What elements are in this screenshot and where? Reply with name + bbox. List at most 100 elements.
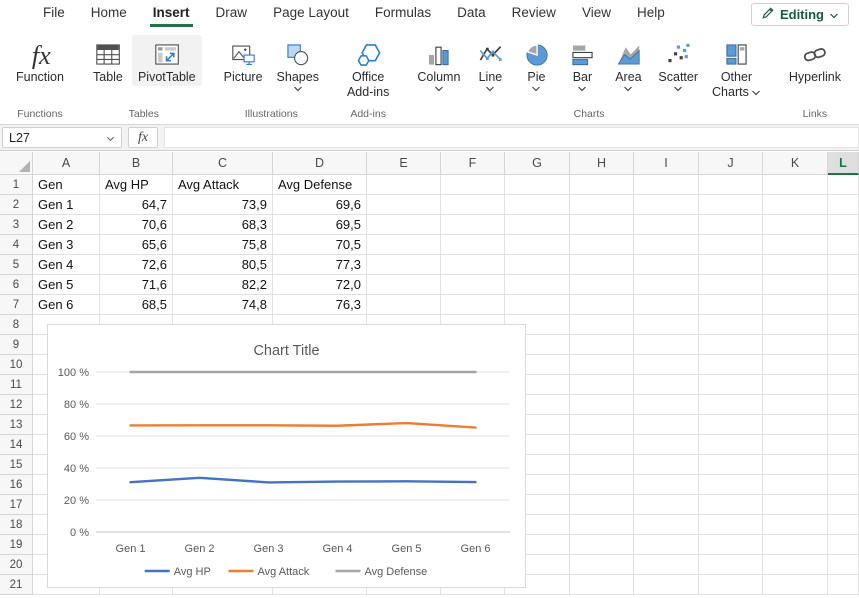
cell-I14[interactable] bbox=[634, 435, 699, 455]
cell-G1[interactable] bbox=[505, 175, 570, 195]
cell-L13[interactable] bbox=[828, 415, 859, 435]
cell-D7[interactable]: 76,3 bbox=[273, 295, 367, 315]
cell-K19[interactable] bbox=[763, 535, 828, 555]
cell-K17[interactable] bbox=[763, 495, 828, 515]
cell-H11[interactable] bbox=[570, 375, 634, 395]
cell-H12[interactable] bbox=[570, 395, 634, 415]
cell-I1[interactable] bbox=[634, 175, 699, 195]
cell-F1[interactable] bbox=[441, 175, 505, 195]
cell-D3[interactable]: 69,5 bbox=[273, 215, 367, 235]
ribbon-button-line[interactable]: Line bbox=[468, 35, 512, 97]
cell-D5[interactable]: 77,3 bbox=[273, 255, 367, 275]
cell-L14[interactable] bbox=[828, 435, 859, 455]
column-header-i[interactable]: I bbox=[634, 152, 699, 175]
cell-H21[interactable] bbox=[570, 575, 634, 595]
row-header-1[interactable]: 1 bbox=[0, 175, 33, 195]
cell-K10[interactable] bbox=[763, 355, 828, 375]
cell-I13[interactable] bbox=[634, 415, 699, 435]
cell-I20[interactable] bbox=[634, 555, 699, 575]
row-header-4[interactable]: 4 bbox=[0, 235, 33, 255]
cell-D2[interactable]: 69,6 bbox=[273, 195, 367, 215]
column-header-d[interactable]: D bbox=[273, 152, 367, 175]
cell-B2[interactable]: 64,7 bbox=[100, 195, 173, 215]
legend-label-avg-defense[interactable]: Avg Defense bbox=[365, 566, 428, 578]
cell-E5[interactable] bbox=[367, 255, 441, 275]
ribbon-button-shapes[interactable]: Shapes bbox=[271, 35, 325, 97]
row-header-3[interactable]: 3 bbox=[0, 215, 33, 235]
cell-A6[interactable]: Gen 5 bbox=[33, 275, 100, 295]
cell-I16[interactable] bbox=[634, 475, 699, 495]
cell-I12[interactable] bbox=[634, 395, 699, 415]
cell-E7[interactable] bbox=[367, 295, 441, 315]
cell-J15[interactable] bbox=[699, 455, 763, 475]
cell-L21[interactable] bbox=[828, 575, 859, 595]
cell-C2[interactable]: 73,9 bbox=[173, 195, 273, 215]
cell-F3[interactable] bbox=[441, 215, 505, 235]
menu-tab-formulas[interactable]: Formulas bbox=[362, 0, 444, 28]
cell-I2[interactable] bbox=[634, 195, 699, 215]
cell-I8[interactable] bbox=[634, 315, 699, 335]
cell-F6[interactable] bbox=[441, 275, 505, 295]
cell-H18[interactable] bbox=[570, 515, 634, 535]
cell-J11[interactable] bbox=[699, 375, 763, 395]
menu-tab-home[interactable]: Home bbox=[78, 0, 140, 28]
cell-H13[interactable] bbox=[570, 415, 634, 435]
column-header-e[interactable]: E bbox=[367, 152, 441, 175]
cell-I21[interactable] bbox=[634, 575, 699, 595]
cell-J3[interactable] bbox=[699, 215, 763, 235]
ribbon-button-pivottable[interactable]: PivotTable bbox=[132, 35, 202, 86]
row-header-5[interactable]: 5 bbox=[0, 255, 33, 275]
cell-G3[interactable] bbox=[505, 215, 570, 235]
row-header-15[interactable]: 15 bbox=[0, 455, 33, 475]
cell-I10[interactable] bbox=[634, 355, 699, 375]
cell-B1[interactable]: Avg HP bbox=[100, 175, 173, 195]
cell-L5[interactable] bbox=[828, 255, 859, 275]
cell-L6[interactable] bbox=[828, 275, 859, 295]
row-header-11[interactable]: 11 bbox=[0, 375, 33, 395]
cell-E3[interactable] bbox=[367, 215, 441, 235]
cell-H16[interactable] bbox=[570, 475, 634, 495]
cell-I18[interactable] bbox=[634, 515, 699, 535]
cell-H4[interactable] bbox=[570, 235, 634, 255]
cell-L3[interactable] bbox=[828, 215, 859, 235]
cell-J14[interactable] bbox=[699, 435, 763, 455]
select-all-corner[interactable] bbox=[0, 152, 33, 175]
cell-K2[interactable] bbox=[763, 195, 828, 215]
cell-J12[interactable] bbox=[699, 395, 763, 415]
menu-tab-draw[interactable]: Draw bbox=[203, 0, 261, 28]
cell-J7[interactable] bbox=[699, 295, 763, 315]
cell-K16[interactable] bbox=[763, 475, 828, 495]
cell-L9[interactable] bbox=[828, 335, 859, 355]
cell-J10[interactable] bbox=[699, 355, 763, 375]
cell-H6[interactable] bbox=[570, 275, 634, 295]
row-header-7[interactable]: 7 bbox=[0, 295, 33, 315]
cell-J1[interactable] bbox=[699, 175, 763, 195]
cell-H3[interactable] bbox=[570, 215, 634, 235]
row-header-17[interactable]: 17 bbox=[0, 495, 33, 515]
row-header-6[interactable]: 6 bbox=[0, 275, 33, 295]
cell-A4[interactable]: Gen 3 bbox=[33, 235, 100, 255]
column-header-g[interactable]: G bbox=[505, 152, 570, 175]
cell-F5[interactable] bbox=[441, 255, 505, 275]
cell-K12[interactable] bbox=[763, 395, 828, 415]
cell-A1[interactable]: Gen bbox=[33, 175, 100, 195]
ribbon-button-pie[interactable]: Pie bbox=[514, 35, 558, 97]
row-header-2[interactable]: 2 bbox=[0, 195, 33, 215]
cell-J19[interactable] bbox=[699, 535, 763, 555]
cell-D6[interactable]: 72,0 bbox=[273, 275, 367, 295]
cell-B7[interactable]: 68,5 bbox=[100, 295, 173, 315]
row-header-13[interactable]: 13 bbox=[0, 415, 33, 435]
cell-E1[interactable] bbox=[367, 175, 441, 195]
cell-D4[interactable]: 70,5 bbox=[273, 235, 367, 255]
cell-D1[interactable]: Avg Defense bbox=[273, 175, 367, 195]
row-header-19[interactable]: 19 bbox=[0, 535, 33, 555]
cell-H5[interactable] bbox=[570, 255, 634, 275]
name-box[interactable]: L27 bbox=[2, 127, 122, 148]
row-header-21[interactable]: 21 bbox=[0, 575, 33, 595]
column-header-j[interactable]: J bbox=[699, 152, 763, 175]
cell-L7[interactable] bbox=[828, 295, 859, 315]
cell-H10[interactable] bbox=[570, 355, 634, 375]
menu-tab-help[interactable]: Help bbox=[624, 0, 678, 28]
row-header-14[interactable]: 14 bbox=[0, 435, 33, 455]
menu-tab-file[interactable]: File bbox=[30, 0, 78, 28]
